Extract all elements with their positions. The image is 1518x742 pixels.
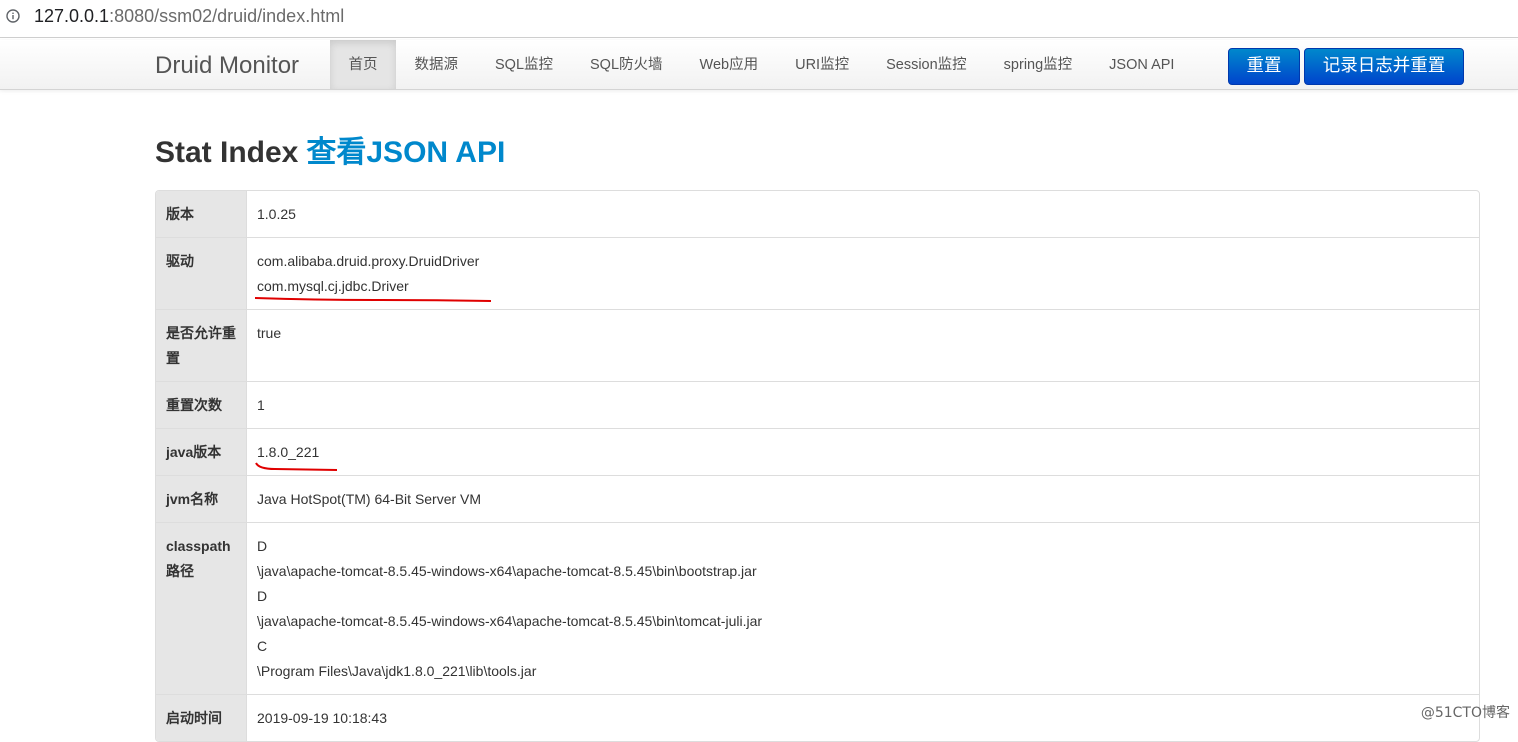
url-path: :8080/ssm02/druid/index.html <box>109 6 345 26</box>
driver-line: com.alibaba.druid.proxy.DruidDriver <box>257 253 480 269</box>
info-icon[interactable] <box>6 9 20 23</box>
red-annotation-underline <box>255 297 492 302</box>
row-key: jvm名称 <box>156 476 247 522</box>
row-key: 重置次数 <box>156 382 247 428</box>
row-value: Java HotSpot(TM) 64-Bit Server VM <box>257 491 482 507</box>
classpath-line: \java\apache-tomcat-8.5.45-windows-x64\a… <box>257 613 763 629</box>
table-row: jvm名称 Java HotSpot(TM) 64-Bit Server VM <box>156 475 1479 522</box>
classpath-line: \java\apache-tomcat-8.5.45-windows-x64\a… <box>257 563 757 579</box>
table-row: classpath路径 D \java\apache-tomcat-8.5.45… <box>156 522 1479 694</box>
json-api-link[interactable]: 查看JSON API <box>306 136 505 169</box>
row-value: true <box>257 325 282 341</box>
nav-item-webapp[interactable]: Web应用 <box>681 40 777 89</box>
row-value: D \java\apache-tomcat-8.5.45-windows-x64… <box>247 523 1479 694</box>
nav-menu: 首页 数据源 SQL监控 SQL防火墙 Web应用 URI监控 Session监… <box>330 40 1193 89</box>
row-key: java版本 <box>156 429 247 475</box>
nav-item-spring[interactable]: spring监控 <box>985 40 1091 89</box>
reset-button[interactable]: 重置 <box>1228 48 1300 85</box>
row-value: 1.0.25 <box>257 206 296 222</box>
browser-url-bar[interactable]: 127.0.0.1:8080/ssm02/druid/index.html <box>0 0 1518 38</box>
driver-line-text: com.mysql.cj.jdbc.Driver <box>257 278 409 294</box>
top-navbar: Druid Monitor 首页 数据源 SQL监控 SQL防火墙 Web应用 … <box>0 40 1518 90</box>
nav-item-home[interactable]: 首页 <box>330 40 396 89</box>
nav-item-datasource[interactable]: 数据源 <box>396 40 477 89</box>
java-version-value: 1.8.0_221 <box>255 440 338 471</box>
table-row: 版本 1.0.25 <box>156 191 1479 237</box>
row-key: 启动时间 <box>156 695 247 741</box>
classpath-line: \Program Files\Java\jdk1.8.0_221\lib\too… <box>257 663 537 679</box>
table-row: 是否允许重置 true <box>156 309 1479 381</box>
red-annotation-underline <box>255 462 338 471</box>
brand-title[interactable]: Druid Monitor <box>155 52 299 80</box>
driver-line: com.mysql.cj.jdbc.Driver <box>255 274 492 302</box>
table-row: java版本 1.8.0_221 <box>156 428 1479 475</box>
nav-item-uri[interactable]: URI监控 <box>777 40 868 89</box>
row-value: 1.8.0_221 <box>247 429 1479 475</box>
table-row: 重置次数 1 <box>156 381 1479 428</box>
address-text[interactable]: 127.0.0.1:8080/ssm02/druid/index.html <box>34 6 344 26</box>
page-title-text: Stat Index <box>155 136 299 169</box>
nav-item-json-api[interactable]: JSON API <box>1091 40 1193 89</box>
nav-item-sql[interactable]: SQL监控 <box>477 40 572 89</box>
watermark: @51CTO博客 <box>1420 705 1510 721</box>
classpath-line: C <box>257 638 268 654</box>
table-row: 驱动 com.alibaba.druid.proxy.DruidDriver c… <box>156 237 1479 309</box>
row-key: 版本 <box>156 191 247 237</box>
row-value: 2019-09-19 10:18:43 <box>257 710 387 726</box>
classpath-line: D <box>257 588 268 604</box>
row-key: 驱动 <box>156 238 247 309</box>
log-and-reset-button[interactable]: 记录日志并重置 <box>1304 48 1464 85</box>
url-host: 127.0.0.1 <box>34 6 110 26</box>
row-key: 是否允许重置 <box>156 310 247 381</box>
classpath-line: D <box>257 538 268 554</box>
page-title: Stat Index 查看JSON API <box>155 134 505 172</box>
table-row: 启动时间 2019-09-19 10:18:43 <box>156 694 1479 741</box>
row-value: com.alibaba.druid.proxy.DruidDriver com.… <box>247 238 1479 309</box>
nav-item-wall[interactable]: SQL防火墙 <box>572 40 682 89</box>
row-key: classpath路径 <box>156 523 247 694</box>
stat-table: 版本 1.0.25 驱动 com.alibaba.druid.proxy.Dru… <box>155 190 1480 742</box>
java-version-text: 1.8.0_221 <box>257 444 320 460</box>
row-value: 1 <box>257 397 265 413</box>
nav-item-session[interactable]: Session监控 <box>868 40 986 89</box>
